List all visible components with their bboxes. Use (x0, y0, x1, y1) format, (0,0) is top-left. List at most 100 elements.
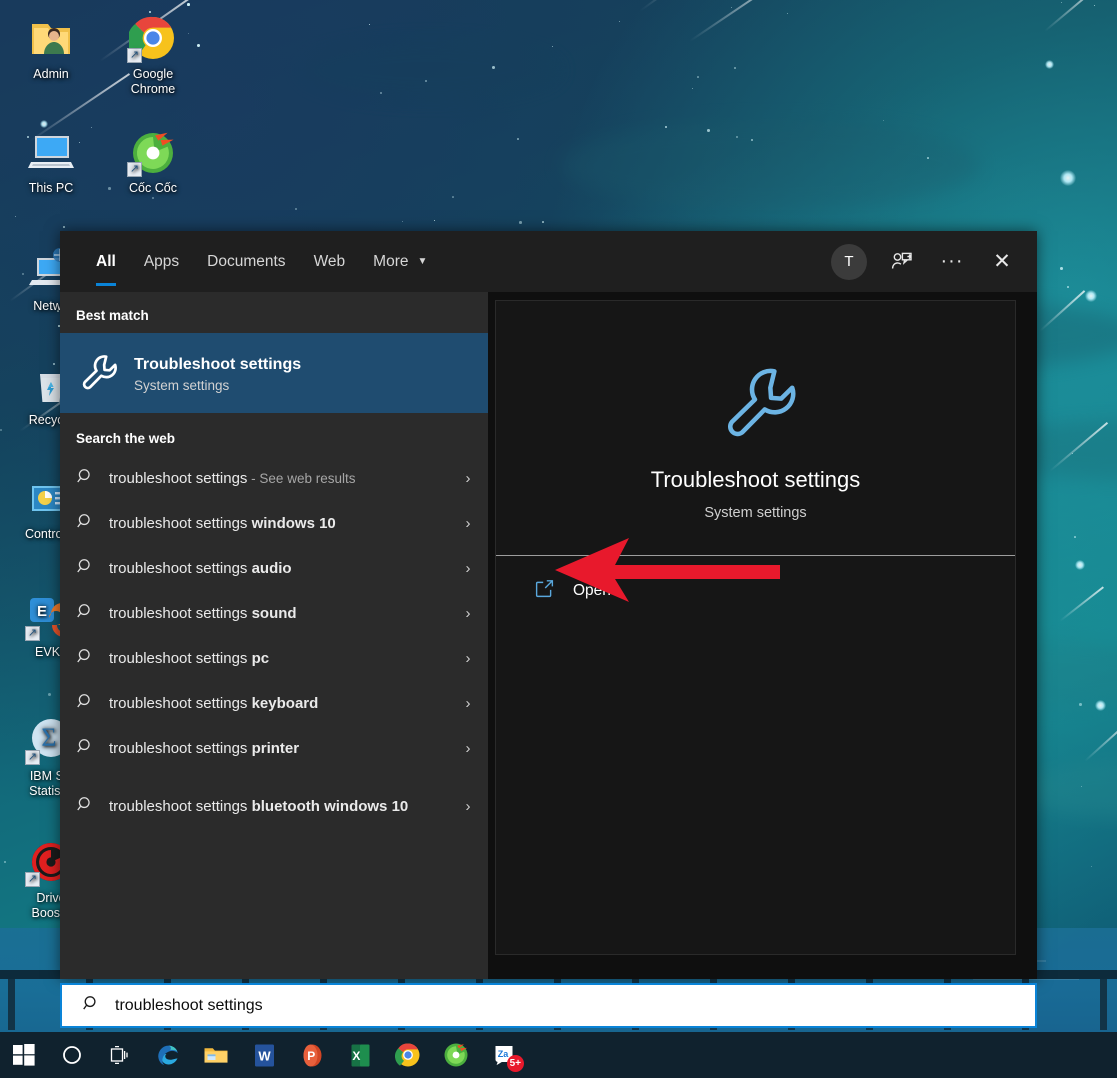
taskbar-coc-coc[interactable] (432, 1032, 480, 1078)
search-icon (76, 467, 95, 490)
desktop-icon-google-chrome[interactable]: ↗GoogleChrome (110, 14, 196, 97)
web-suggestion-text: troubleshoot settings windows 10 (109, 512, 446, 535)
web-suggestion-row[interactable]: troubleshoot settings bluetooth windows … (60, 771, 488, 841)
taskbar-chrome[interactable] (384, 1032, 432, 1078)
best-match-section-label: Best match (60, 292, 488, 333)
web-suggestion-row[interactable]: troubleshoot settings printer › (60, 726, 488, 771)
web-suggestions-list: troubleshoot settings - See web results ›… (60, 456, 488, 841)
tab-documents[interactable]: Documents (193, 231, 299, 292)
web-suggestion-row[interactable]: troubleshoot settings windows 10 › (60, 501, 488, 546)
search-the-web-section-label: Search the web (60, 413, 488, 456)
chevron-right-icon: › (460, 605, 476, 622)
web-suggestion-bold: pc (247, 650, 269, 667)
taskbar-file-explorer[interactable] (192, 1032, 240, 1078)
best-match-result[interactable]: Troubleshoot settings System settings (60, 333, 488, 413)
shortcut-arrow-icon: ↗ (127, 162, 142, 177)
chevron-right-icon: › (460, 798, 476, 815)
preview-hero: Troubleshoot settings System settings (496, 301, 1015, 527)
close-icon[interactable]: ✕ (979, 239, 1025, 285)
web-suggestion-bold: printer (247, 740, 299, 757)
svg-text:Σ: Σ (41, 723, 56, 752)
taskbar: W P X (0, 1032, 1117, 1078)
search-body: Best match Troubleshoot settings System … (60, 292, 1037, 979)
desktop-icon-label: Admin (8, 67, 94, 82)
web-suggestion-bold: audio (247, 560, 291, 577)
avatar[interactable]: T (831, 244, 867, 280)
taskbar-task-view-button[interactable] (96, 1032, 144, 1078)
web-suggestion-row[interactable]: troubleshoot settings - See web results › (60, 456, 488, 501)
web-suggestion-text: troubleshoot settings bluetooth windows … (109, 795, 446, 818)
tab-more[interactable]: More ▼ (359, 231, 441, 292)
desktop-icon-label: Cốc Cốc (110, 181, 196, 196)
zalo-badge: 5+ (507, 1055, 524, 1072)
web-suggestion-row[interactable]: troubleshoot settings pc › (60, 636, 488, 681)
chevron-right-icon: › (460, 560, 476, 577)
windows-search-flyout: All Apps Documents Web More ▼ T ··· ✕ Best ma… (60, 231, 1037, 979)
desktop-icon-coc-coc[interactable]: ↗ Cốc Cốc (110, 128, 196, 196)
taskbar-cortana-button[interactable] (48, 1032, 96, 1078)
desktop-icon-this-pc[interactable]: This PC (8, 128, 94, 196)
tab-label: All (96, 253, 116, 271)
web-suggestion-row[interactable]: troubleshoot settings keyboard› (60, 681, 488, 726)
web-suggestion-text: troubleshoot settings audio (109, 557, 446, 580)
web-suggestion-text: troubleshoot settings printer (109, 737, 446, 760)
coc-coc-icon: ↗ (129, 128, 177, 176)
chevron-right-icon: › (460, 650, 476, 667)
search-icon (76, 512, 95, 535)
svg-text:X: X (352, 1049, 360, 1063)
wrench-icon (76, 350, 118, 397)
more-options-icon[interactable]: ··· (929, 239, 975, 285)
taskbar-search-box[interactable]: troubleshoot settings (60, 983, 1037, 1028)
chevron-right-icon: › (460, 515, 476, 532)
search-header: All Apps Documents Web More ▼ T ··· ✕ (60, 231, 1037, 292)
web-suggestion-bold: windows 10 (247, 515, 335, 532)
web-suggestion-row[interactable]: troubleshoot settings sound› (60, 591, 488, 636)
preview-action-open[interactable]: Open (496, 556, 1015, 604)
tab-web[interactable]: Web (300, 231, 360, 292)
chevron-down-icon: ▼ (417, 256, 427, 267)
search-preview-panel: Troubleshoot settings System settings Op… (488, 292, 1037, 979)
svg-text:P: P (307, 1049, 315, 1063)
taskbar-word[interactable]: W (240, 1032, 288, 1078)
google-chrome-icon: ↗ (129, 14, 177, 62)
web-suggestion-bold: bluetooth windows 10 (247, 798, 408, 815)
svg-text:Za: Za (498, 1049, 509, 1059)
this-pc-icon (27, 128, 75, 176)
search-icon (76, 647, 95, 670)
web-suggestion-bold: keyboard (247, 695, 318, 712)
taskbar-zalo[interactable]: Za 5+ (480, 1032, 528, 1078)
web-suggestion-row[interactable]: troubleshoot settings audio › (60, 546, 488, 591)
taskbar-powerpoint[interactable]: P (288, 1032, 336, 1078)
shortcut-arrow-icon: ↗ (25, 626, 40, 641)
preview-title: Troubleshoot settings (651, 467, 861, 493)
preview-subtitle: System settings (704, 505, 806, 521)
shortcut-arrow-icon: ↗ (25, 872, 40, 887)
tab-apps[interactable]: Apps (130, 231, 193, 292)
shortcut-arrow-icon: ↗ (25, 750, 40, 765)
taskbar-edge[interactable] (144, 1032, 192, 1078)
search-icon (76, 557, 95, 580)
web-suggestion-text: troubleshoot settings - See web results (109, 467, 446, 490)
svg-text:E: E (37, 603, 47, 620)
tab-label: Apps (144, 253, 179, 271)
search-header-actions: T ··· ✕ (831, 239, 1037, 285)
chevron-right-icon: › (460, 740, 476, 757)
desktop-icon-admin[interactable]: Admin (8, 14, 94, 82)
best-match-texts: Troubleshoot settings System settings (134, 354, 301, 393)
tab-label: Web (314, 253, 346, 271)
search-icon (76, 692, 95, 715)
web-suggestion-bold: sound (247, 605, 296, 622)
tab-label: More (373, 253, 408, 271)
tab-all[interactable]: All (82, 231, 130, 292)
chevron-right-icon: › (460, 470, 476, 487)
feedback-icon[interactable] (879, 239, 925, 285)
web-suggestion-text: troubleshoot settings pc (109, 647, 446, 670)
search-input-value[interactable]: troubleshoot settings (115, 997, 263, 1015)
taskbar-start-button[interactable] (0, 1032, 48, 1078)
taskbar-excel[interactable]: X (336, 1032, 384, 1078)
search-icon (76, 795, 95, 818)
external-link-icon (534, 578, 555, 604)
shortcut-arrow-icon: ↗ (127, 48, 142, 63)
web-suggestion-hint: - See web results (247, 471, 355, 486)
best-match-title: Troubleshoot settings (134, 354, 301, 375)
